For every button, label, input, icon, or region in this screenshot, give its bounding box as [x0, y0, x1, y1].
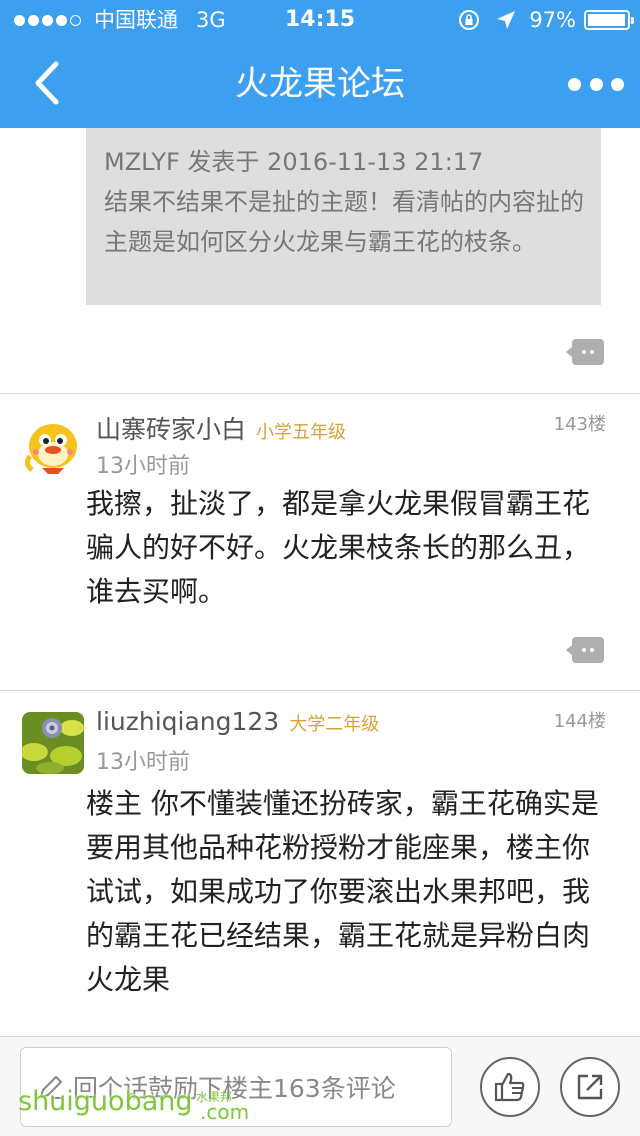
post-144: liuzhiqiang123 大学二年级 144楼 13小时前 楼主 你不懂装懂还… — [0, 691, 640, 1036]
username-text: 山寨砖家小白 — [96, 415, 247, 444]
orientation-lock-icon — [459, 10, 480, 30]
comment-dot — [582, 648, 586, 652]
avatar[interactable] — [22, 416, 84, 478]
like-button[interactable] — [480, 1057, 540, 1117]
share-icon — [577, 1074, 603, 1100]
thumbs-up-icon — [494, 1072, 525, 1102]
leaf-avatar-icon — [22, 712, 84, 774]
comment-dot — [582, 350, 586, 354]
floor-number: 144楼 — [553, 711, 606, 732]
comment-dot — [590, 350, 594, 354]
more-button[interactable] — [568, 70, 624, 98]
quoted-reply: MZLYF 发表于 2016-11-13 21:17 结果不结果不是扯的主题！看… — [86, 128, 601, 305]
quote-header: MZLYF 发表于 2016-11-13 21:17 — [104, 148, 484, 176]
watermark: shuiguobang — [18, 1086, 193, 1117]
status-right: 97% — [457, 0, 634, 40]
status-bar: 中国联通 3G 14:15 97% — [0, 0, 640, 40]
battery-tip — [631, 17, 634, 24]
post-list[interactable]: MZLYF 发表于 2016-11-13 21:17 结果不结果不是扯的主题！看… — [0, 128, 640, 1036]
more-dot — [611, 77, 624, 91]
user-level-badge: 小学五年级 — [256, 422, 347, 443]
post-time: 13小时前 — [96, 454, 190, 479]
post-content: 我擦，扯淡了，都是拿火龙果假冒霸王花骗人的好不好。火龙果枝条长的那么丑，谁去买啊… — [86, 487, 591, 608]
page-title: 火龙果论坛 — [235, 64, 405, 104]
post-143: 山寨砖家小白 小学五年级 143楼 13小时前 我擦，扯淡了，都是拿火龙果假冒霸王… — [0, 394, 640, 690]
username-text: liuzhiqiang123 — [96, 707, 280, 736]
post-content: 楼主 你不懂装懂还扮砖家，霸王花确实是要用其他品种花粉授粉才能座果，楼主你试试，… — [86, 787, 599, 996]
post-time: 13小时前 — [96, 750, 190, 775]
watermark-suffix: .com — [200, 1100, 250, 1124]
battery-icon — [584, 10, 634, 30]
app-header: 中国联通 3G 14:15 97% 火龙果论坛 — [0, 0, 640, 128]
share-button[interactable] — [560, 1057, 620, 1117]
more-dot — [568, 77, 581, 91]
comment-icon[interactable] — [566, 637, 604, 663]
avatar[interactable] — [22, 712, 84, 774]
nav-bar: 火龙果论坛 — [0, 40, 640, 128]
battery-percent: 97% — [529, 8, 576, 32]
comment-dot — [590, 648, 594, 652]
quote-text: 结果不结果不是扯的主题！看清帖的内容扯的主题是如何区分火龙果与霸王花的枝条。 — [104, 188, 584, 256]
comment-icon[interactable] — [566, 339, 604, 365]
username[interactable]: 山寨砖家小白 小学五年级 — [96, 410, 346, 446]
floor-number: 143楼 — [553, 414, 606, 435]
penguin-avatar-icon — [22, 416, 84, 478]
more-dot — [589, 77, 603, 91]
user-level-badge: 大学二年级 — [289, 714, 380, 735]
username[interactable]: liuzhiqiang123 大学二年级 — [96, 707, 379, 736]
location-arrow-icon — [497, 11, 516, 29]
battery-fill — [588, 14, 625, 26]
